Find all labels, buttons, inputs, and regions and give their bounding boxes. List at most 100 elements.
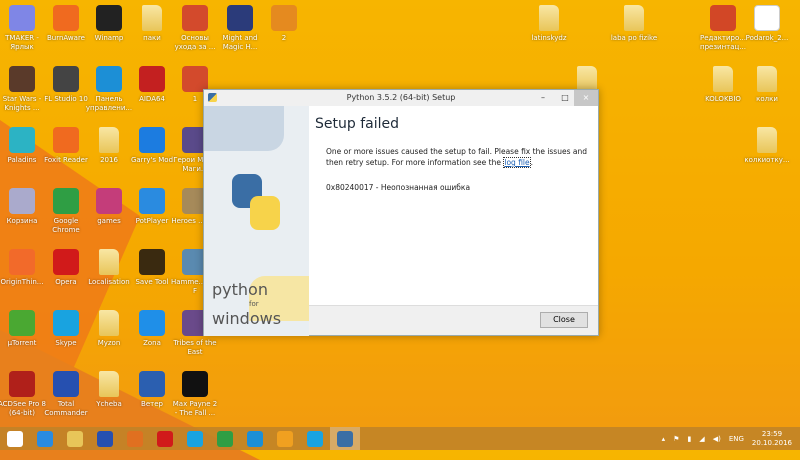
desktop-icon[interactable]: Foxit Reader [42,127,90,165]
icon-label: Might and Magic H... [222,34,258,51]
close-window-button[interactable]: × [574,90,598,106]
icon-label: OriginThin... [0,278,44,286]
volume-icon[interactable]: ◀) [713,435,721,443]
error-code: 0x80240017 - Неопознанная ошибка [326,183,471,192]
desktop-icon[interactable]: Myzon [85,310,133,348]
desktop-icon[interactable]: Редактиро... презинтац... [699,5,747,52]
desktop-icon[interactable]: Total Commander [42,371,90,418]
desktop-icon[interactable]: Garry's Mod [128,127,176,165]
search-app-icon [277,430,293,447]
desktop-icon[interactable]: Google Chrome [42,188,90,235]
taskbar-python-setup[interactable] [330,427,360,450]
icon-label: PotPlayer [135,217,169,225]
battery-icon[interactable]: ▮ [687,435,691,443]
dialog-title: Python 3.5.2 (64-bit) Setup [346,93,456,102]
desktop-icon[interactable]: ACDSee Pro 8 (64-bit) [0,371,46,418]
desktop-icon[interactable]: AIDA64 [128,66,176,104]
icon-label: Garry's Mod [130,156,174,164]
date: 20.10.2016 [751,439,792,447]
icon-label: Панель управлени... [85,95,133,112]
desktop-icon[interactable]: Localisation [85,249,133,287]
language-indicator[interactable]: ENG [729,435,744,443]
desktop-icon[interactable]: Opera [42,249,90,287]
icon-label: Max Payne 2 - The Fall ... [172,400,218,417]
desktop-icon[interactable]: latinskydz [525,5,573,43]
app-icon [53,5,79,31]
taskbar-skype[interactable] [180,427,210,450]
close-button[interactable]: Close [540,312,588,328]
taskbar-search-app[interactable] [270,427,300,450]
app-icon [710,5,736,31]
desktop-icon[interactable]: Podarok_2... [743,5,791,43]
ie-icon [37,430,53,447]
taskbar-control-panel[interactable] [240,427,270,450]
taskbar-chrome[interactable] [210,427,240,450]
python-icon [208,93,217,102]
chrome-icon [217,430,233,447]
desktop-icon[interactable]: laba po fizike [610,5,658,43]
desktop-icon[interactable]: Ветер [128,371,176,409]
show-hidden-icons[interactable]: ▴ [662,435,666,443]
taskbar-skype-2[interactable] [300,427,330,450]
icon-label: µTorrent [7,339,37,347]
title-bar: Python 3.5.2 (64-bit) Setup – □ × [204,90,598,106]
log-file-link[interactable]: log file [503,157,531,168]
opera-icon [157,430,173,447]
logo-text: python [212,280,268,299]
network-icon[interactable]: ◢ [699,435,704,443]
icon-label: Myzon [97,339,121,347]
desktop-icon[interactable]: KOLOKBIO [699,66,747,104]
taskbar-opera[interactable] [150,427,180,450]
desktop-icon[interactable]: Zona [128,310,176,348]
folder-icon [99,371,119,397]
desktop-icon[interactable]: паки [128,5,176,43]
desktop-icon[interactable]: FL Studio 10 [42,66,90,104]
desktop-icon[interactable]: 2016 [85,127,133,165]
desktop-icon[interactable]: колки [743,66,791,104]
taskbar-start[interactable] [0,427,30,450]
desktop-icon[interactable]: games [85,188,133,226]
desktop-icon[interactable]: OriginThin... [0,249,46,287]
maximize-button[interactable]: □ [554,90,576,106]
icon-label: Opera [55,278,77,286]
app-icon [139,66,165,92]
heading: Setup failed [315,116,399,132]
doc-icon [754,5,780,31]
desktop-icon[interactable]: Max Payne 2 - The Fall ... [171,371,219,418]
minimize-button[interactable]: – [532,90,554,106]
desktop-icon[interactable]: Winamp [85,5,133,43]
error-message: One or more issues caused the setup to f… [326,147,587,168]
taskbar-total-commander[interactable] [90,427,120,450]
desktop-icon[interactable]: Корзина [0,188,46,226]
taskbar-pencil[interactable] [120,427,150,450]
app-icon [9,371,35,397]
app-icon [139,249,165,275]
desktop-icon[interactable]: Paladins [0,127,46,165]
folder-icon [713,66,733,92]
desktop-icon[interactable]: Skype [42,310,90,348]
desktop-icon[interactable]: Star Wars - Knights ... [0,66,46,113]
desktop-icon[interactable]: колкиотку... [743,127,791,165]
desktop-icon[interactable]: µTorrent [0,310,46,348]
taskbar-explorer[interactable] [60,427,90,450]
desktop-icon[interactable]: 2 [260,5,308,43]
desktop-icon[interactable]: Основы ухода за ... [171,5,219,52]
desktop-icon[interactable]: Might and Magic H... [216,5,264,52]
desktop-icon[interactable]: Панель управлени... [85,66,133,113]
taskbar-ie[interactable] [30,427,60,450]
clock[interactable]: 23:59 20.10.2016 [752,430,792,448]
desktop-icon[interactable]: PotPlayer [128,188,176,226]
explorer-icon [67,430,83,447]
python-logo-icon [226,172,286,232]
desktop-icon[interactable]: TMAKER - Ярлык [0,5,46,52]
icon-label: games [97,217,121,225]
desktop-icon[interactable]: Save Tool [128,249,176,287]
icon-label: Корзина [6,217,38,225]
icon-label: Localisation [88,278,130,286]
folder-icon [142,5,162,31]
desktop-icon[interactable]: Ycheba [85,371,133,409]
desktop-icon[interactable]: BurnAware [42,5,90,43]
flag-icon[interactable]: ⚑ [673,435,679,443]
system-tray: ▴ ⚑ ▮ ◢ ◀) ENG 23:59 20.10.2016 [662,430,792,448]
icon-label: ACDSee Pro 8 (64-bit) [0,400,47,417]
